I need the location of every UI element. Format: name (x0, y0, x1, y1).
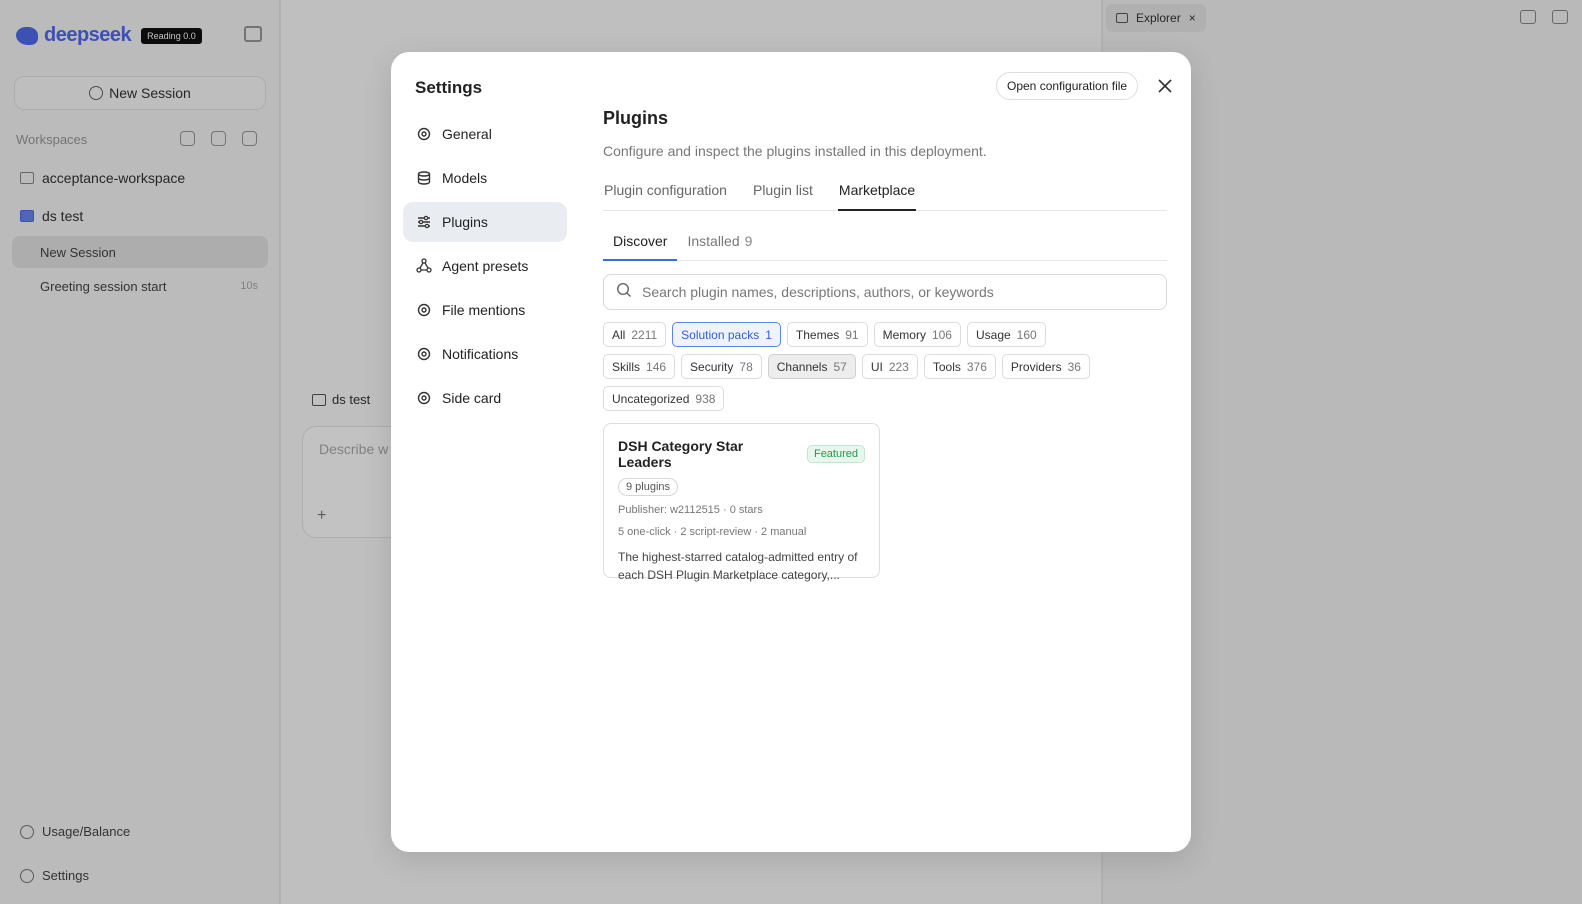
database-icon (416, 170, 432, 186)
chip-count: 36 (1067, 359, 1081, 374)
card-description: The highest-starred catalog-admitted ent… (618, 550, 858, 582)
card-install-modes: 5 one-click · 2 script-review · 2 manual (618, 526, 807, 538)
network-icon (416, 258, 432, 274)
nav-label: Side card (442, 390, 502, 406)
section-description: Configure and inspect the plugins instal… (603, 143, 987, 159)
category-chip-skills[interactable]: Skills 146 (603, 354, 676, 379)
nav-item-file-mentions[interactable]: File mentions (403, 290, 567, 330)
search-icon (616, 282, 632, 303)
chip-count: 2211 (631, 327, 658, 342)
nav-label: File mentions (442, 302, 526, 318)
chip-label: Channels (776, 359, 828, 374)
chip-label: Tools (932, 359, 961, 374)
nav-label: Plugins (442, 214, 488, 230)
chip-label: Themes (795, 327, 840, 342)
tab-marketplace[interactable]: Marketplace (837, 179, 917, 211)
modal-title: Settings (415, 78, 483, 97)
card-title: DSH Category Star Leaders (618, 438, 744, 470)
open-config-button[interactable]: Open configuration file (996, 72, 1139, 100)
settings-nav: General Models Plugins Agent presets Fil… (403, 114, 567, 422)
category-chip-usage[interactable]: Usage 160 (966, 322, 1046, 347)
chip-count: 78 (739, 359, 753, 374)
card-header: DSH Category Star Leaders Featured (618, 438, 865, 470)
nav-label: Agent presets (442, 258, 529, 274)
settings-modal: Settings General Models Plugins Agent pr… (391, 52, 1191, 852)
category-chip-themes[interactable]: Themes 91 (786, 322, 868, 347)
sliders-icon (416, 214, 432, 230)
nav-label: General (442, 126, 492, 142)
featured-badge: Featured (806, 445, 865, 463)
nav-item-side-card[interactable]: Side card (403, 378, 567, 418)
plugins-panel: Plugins Configure and inspect the plugin… (603, 108, 1167, 582)
category-chip-security[interactable]: Security 78 (681, 354, 762, 379)
category-filters: All 2211 Solution packs 1 Themes 91 Memory 106 U… (603, 322, 1123, 411)
chip-count: 106 (931, 327, 952, 342)
chip-count: 223 (888, 359, 909, 374)
category-chip-solution-packs[interactable]: Solution packs 1 (672, 322, 781, 347)
category-chip-tools[interactable]: Tools 376 (923, 354, 996, 379)
plugin-tabs: Plugin configuration Plugin list Marketp… (603, 179, 1167, 211)
subtab-label: Installed (687, 233, 740, 249)
marketplace-subtabs: Discover Installed 9 (603, 229, 1167, 261)
chip-label: All (612, 327, 626, 342)
chip-label: Skills (612, 359, 641, 374)
category-chip-providers[interactable]: Providers 36 (1001, 354, 1090, 379)
category-chip-uncategorized[interactable]: Uncategorized 938 (603, 386, 725, 411)
category-chip-channels[interactable]: Channels 57 (767, 354, 856, 379)
nav-item-general[interactable]: General (403, 114, 567, 154)
plugin-search[interactable] (603, 274, 1167, 310)
chip-label: UI (870, 359, 883, 374)
gear-icon (416, 126, 432, 142)
subtab-discover[interactable]: Discover (603, 229, 678, 261)
nav-item-plugins[interactable]: Plugins (403, 202, 567, 242)
chip-count: 91 (845, 327, 859, 342)
chip-count: 146 (646, 359, 667, 374)
gear-icon (416, 302, 432, 318)
tab-plugin-configuration[interactable]: Plugin configuration (603, 179, 728, 211)
nav-label: Models (442, 170, 488, 186)
chip-label: Uncategorized (612, 391, 690, 406)
chip-label: Usage (975, 327, 1011, 342)
category-chip-all[interactable]: All 2211 (603, 322, 667, 347)
plugins-count-pill: 9 plugins (618, 478, 679, 496)
nav-item-models[interactable]: Models (403, 158, 567, 198)
plugin-card[interactable]: DSH Category Star Leaders Featured 9 plu… (603, 423, 880, 582)
chip-count: 160 (1016, 327, 1037, 342)
category-chip-ui[interactable]: UI 223 (861, 354, 918, 379)
chip-label: Memory (882, 327, 926, 342)
subtab-installed[interactable]: Installed 9 (677, 229, 762, 261)
section-title: Plugins (603, 108, 669, 128)
close-icon[interactable] (1155, 76, 1175, 96)
chip-count: 376 (966, 359, 987, 374)
chip-count: 1 (765, 327, 772, 342)
nav-label: Notifications (442, 346, 519, 362)
chip-count: 57 (833, 359, 847, 374)
nav-item-notifications[interactable]: Notifications (403, 334, 567, 374)
gear-icon (416, 346, 432, 362)
subtab-label: Discover (613, 233, 668, 249)
chip-label: Solution packs (681, 327, 760, 342)
card-publisher: Publisher: w2112515 · 0 stars (618, 504, 763, 516)
category-chip-memory[interactable]: Memory 106 (873, 322, 961, 347)
gear-icon (416, 390, 432, 406)
tab-plugin-list[interactable]: Plugin list (752, 179, 814, 211)
chip-label: Security (690, 359, 734, 374)
search-input[interactable] (642, 284, 1166, 300)
chip-count: 938 (695, 391, 716, 406)
chip-label: Providers (1010, 359, 1062, 374)
installed-count: 9 (744, 233, 753, 249)
nav-item-agent-presets[interactable]: Agent presets (403, 246, 567, 286)
